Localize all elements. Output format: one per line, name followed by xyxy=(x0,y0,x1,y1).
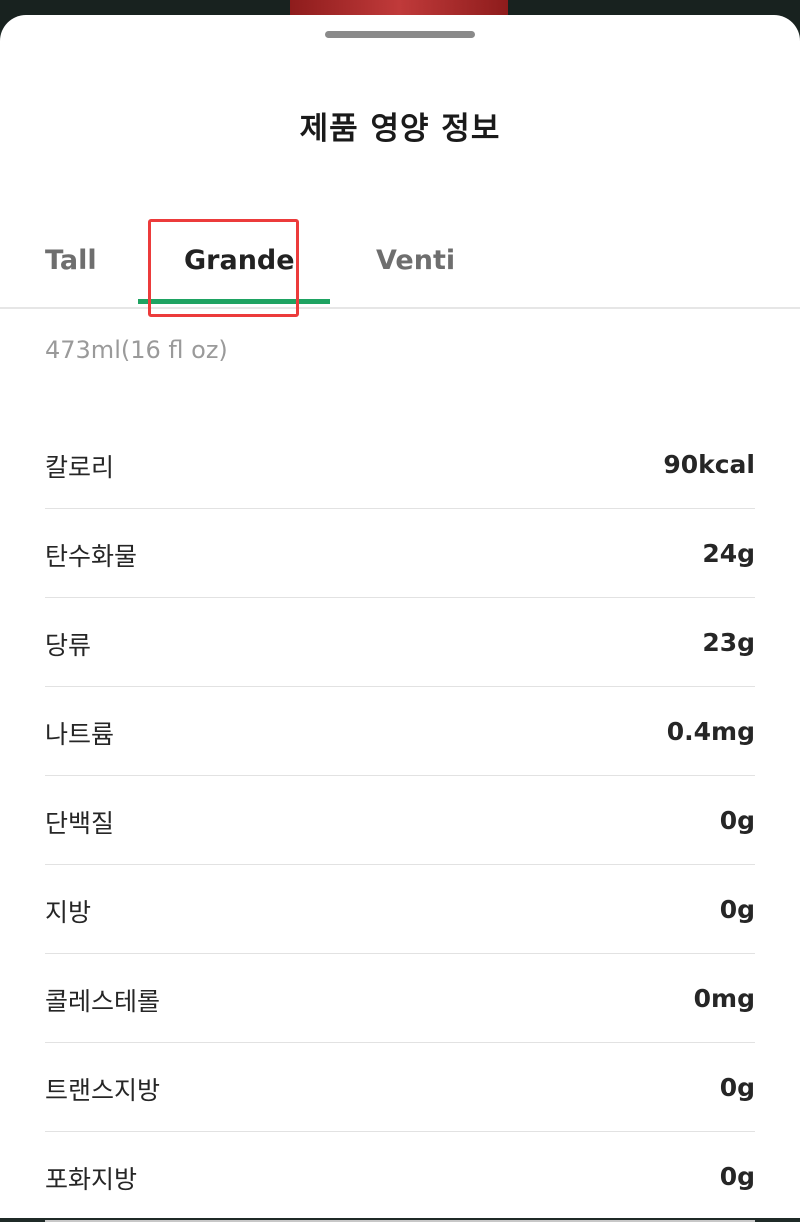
nutrient-value: 23g xyxy=(702,628,755,657)
nutrient-row-fat: 지방 0g xyxy=(45,865,755,954)
nutrient-name: 포화지방 xyxy=(45,1165,138,1194)
nutrient-row-trans-fat: 트랜스지방 0g xyxy=(45,1043,755,1132)
nutrient-row-sodium: 나트륨 0.4mg xyxy=(45,687,755,776)
drag-handle[interactable] xyxy=(325,31,475,38)
nutrient-value: 90kcal xyxy=(663,450,755,479)
nutrient-row-carbohydrates: 탄수화물 24g xyxy=(45,509,755,598)
nutrient-value: 0mg xyxy=(693,984,755,1013)
nutrient-value: 0g xyxy=(719,806,755,835)
nutrition-bottom-sheet: 제품 영양 정보 Tall Grande Venti 473ml(16 fl o… xyxy=(0,15,800,1222)
nutrient-row-sugars: 당류 23g xyxy=(45,598,755,687)
nutrient-name: 칼로리 xyxy=(45,453,115,482)
size-tab-bar: Tall Grande Venti xyxy=(0,215,800,317)
serving-volume: 473ml(16 fl oz) xyxy=(45,336,228,364)
nutrient-name: 콜레스테롤 xyxy=(45,987,161,1016)
nutrient-name: 단백질 xyxy=(45,809,115,838)
tab-tall[interactable]: Tall xyxy=(45,245,97,276)
nutrient-value: 0g xyxy=(719,1162,755,1191)
tab-venti[interactable]: Venti xyxy=(376,245,455,276)
nutrient-row-cholesterol: 콜레스테롤 0mg xyxy=(45,954,755,1043)
nutrient-name: 트랜스지방 xyxy=(45,1076,161,1105)
nutrient-row-saturated-fat: 포화지방 0g xyxy=(45,1132,755,1222)
nutrient-value: 24g xyxy=(702,539,755,568)
nutrient-row-calories: 칼로리 90kcal xyxy=(45,420,755,509)
nutrient-name: 탄수화물 xyxy=(45,542,138,571)
nutrient-value: 0g xyxy=(719,1073,755,1102)
nutrient-row-protein: 단백질 0g xyxy=(45,776,755,865)
nutrient-value: 0g xyxy=(719,895,755,924)
sheet-title: 제품 영양 정보 xyxy=(299,111,501,147)
nutrient-name: 나트륨 xyxy=(45,720,115,749)
annotation-highlight-box xyxy=(148,219,299,317)
nutrient-name: 당류 xyxy=(45,631,92,660)
nutrient-list: 칼로리 90kcal 탄수화물 24g 당류 23g 나트륨 0.4mg 단백질… xyxy=(45,420,755,1222)
nutrient-value: 0.4mg xyxy=(666,717,755,746)
nutrient-name: 지방 xyxy=(45,898,92,927)
